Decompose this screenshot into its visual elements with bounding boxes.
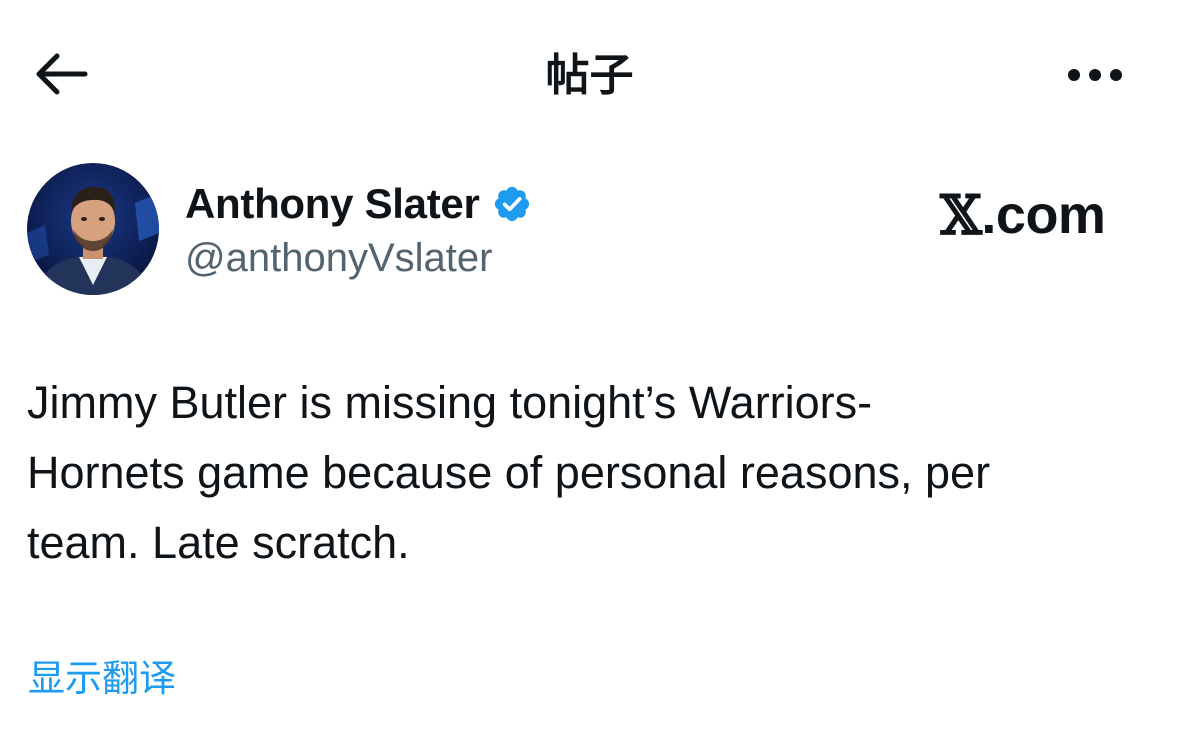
more-options-button[interactable] [1060, 46, 1130, 106]
page-title: 帖子 [545, 50, 634, 101]
author-display-name: Anthony Slater [185, 180, 480, 227]
tweet-text-line: Jimmy Butler is missing tonight’s Warrio… [27, 377, 873, 428]
watermark-suffix: .com [981, 185, 1106, 245]
tweet-text-line: team. Late scratch. [27, 517, 410, 568]
more-horizontal-icon [1067, 67, 1123, 86]
back-button[interactable] [26, 46, 96, 106]
arrow-left-icon [33, 51, 89, 101]
author-name[interactable]: Anthony Slater [185, 178, 532, 230]
x-logo-icon: 𝕏 [940, 183, 982, 247]
avatar[interactable] [27, 163, 159, 295]
show-translation-link[interactable]: 显示翻译 [28, 652, 176, 706]
verified-badge-icon [492, 184, 532, 224]
tweet-text-line: Hornets game because of personal reasons… [27, 447, 991, 498]
author-handle[interactable]: @anthonyVslater [185, 233, 492, 283]
x-com-watermark: 𝕏 .com [940, 183, 1106, 247]
tweet-text: Jimmy Butler is missing tonight’s Warrio… [27, 368, 1137, 578]
